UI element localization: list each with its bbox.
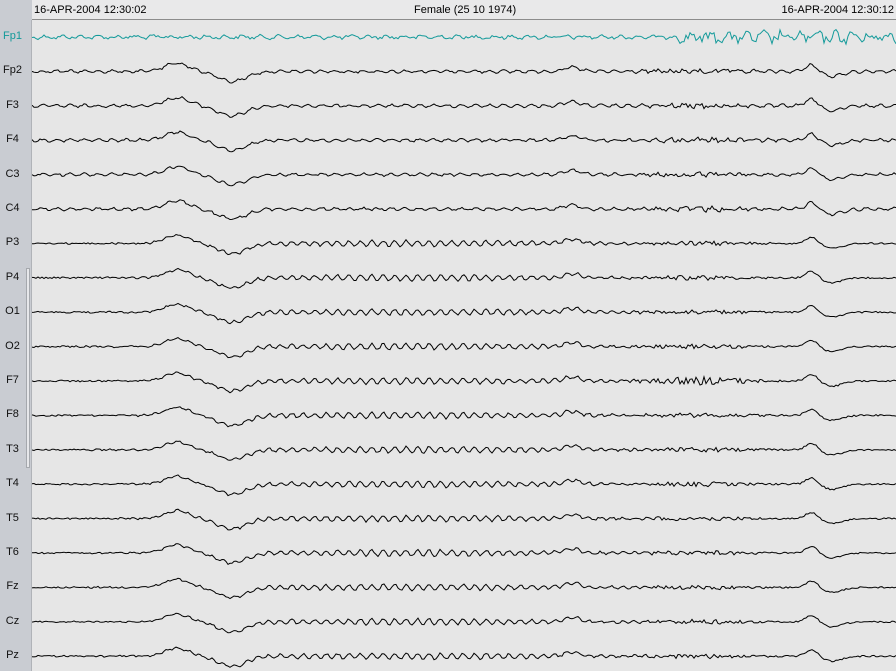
channel-label-fp1[interactable]: Fp1 (0, 30, 25, 42)
trace-p4 (32, 267, 896, 289)
vertical-scrollbar[interactable] (26, 268, 30, 468)
trace-t5 (32, 508, 896, 531)
trace-f7 (32, 371, 896, 394)
channel-label-fp2[interactable]: Fp2 (0, 64, 25, 76)
patient-info: Female (25 10 1974) (414, 4, 517, 16)
trace-p3 (32, 233, 896, 256)
eeg-trace-area[interactable] (32, 20, 896, 671)
trace-c4 (32, 199, 896, 221)
trace-f4 (32, 130, 896, 153)
trace-f8 (32, 406, 896, 428)
trace-fz (32, 577, 896, 600)
trace-t4 (32, 474, 896, 497)
trace-f3 (32, 95, 896, 118)
channel-label-cz[interactable]: Cz (0, 615, 25, 627)
channel-label-t5[interactable]: T5 (0, 512, 25, 524)
trace-pz (32, 646, 896, 668)
trace-cz (32, 612, 896, 634)
end-timestamp: 16-APR-2004 12:30:12 (781, 4, 894, 16)
channel-label-c4[interactable]: C4 (0, 202, 25, 214)
trace-t6 (32, 543, 896, 566)
channel-label-f7[interactable]: F7 (0, 374, 25, 386)
channel-label-f3[interactable]: F3 (0, 99, 25, 111)
eeg-traces-svg (32, 28, 896, 668)
channel-label-column: Fp1 Fp2 F3 F4 C3 C4 P3 P4 O1 O2 F7 F8 T3 T4 T5 T6 Fz Cz Pz (0, 20, 32, 671)
channel-label-fz[interactable]: Fz (0, 580, 25, 592)
start-timestamp: 16-APR-2004 12:30:02 (34, 4, 147, 16)
channel-label-t6[interactable]: T6 (0, 546, 25, 558)
trace-fp2 (32, 62, 896, 84)
channel-label-p3[interactable]: P3 (0, 236, 25, 248)
channel-label-f8[interactable]: F8 (0, 408, 25, 420)
channel-label-pz[interactable]: Pz (0, 649, 25, 661)
channel-label-o2[interactable]: O2 (0, 340, 25, 352)
channel-label-o1[interactable]: O1 (0, 305, 25, 317)
trace-o1 (32, 302, 896, 325)
channel-label-t3[interactable]: T3 (0, 443, 25, 455)
trace-c3 (32, 165, 896, 187)
trace-o2 (32, 337, 896, 359)
trace-fp1 (32, 28, 896, 46)
channel-label-p4[interactable]: P4 (0, 271, 25, 283)
channel-label-c3[interactable]: C3 (0, 168, 25, 180)
channel-label-f4[interactable]: F4 (0, 133, 25, 145)
trace-t3 (32, 440, 896, 461)
channel-label-t4[interactable]: T4 (0, 477, 25, 489)
recording-header: 16-APR-2004 12:30:02 Female (25 10 1974)… (32, 0, 896, 20)
